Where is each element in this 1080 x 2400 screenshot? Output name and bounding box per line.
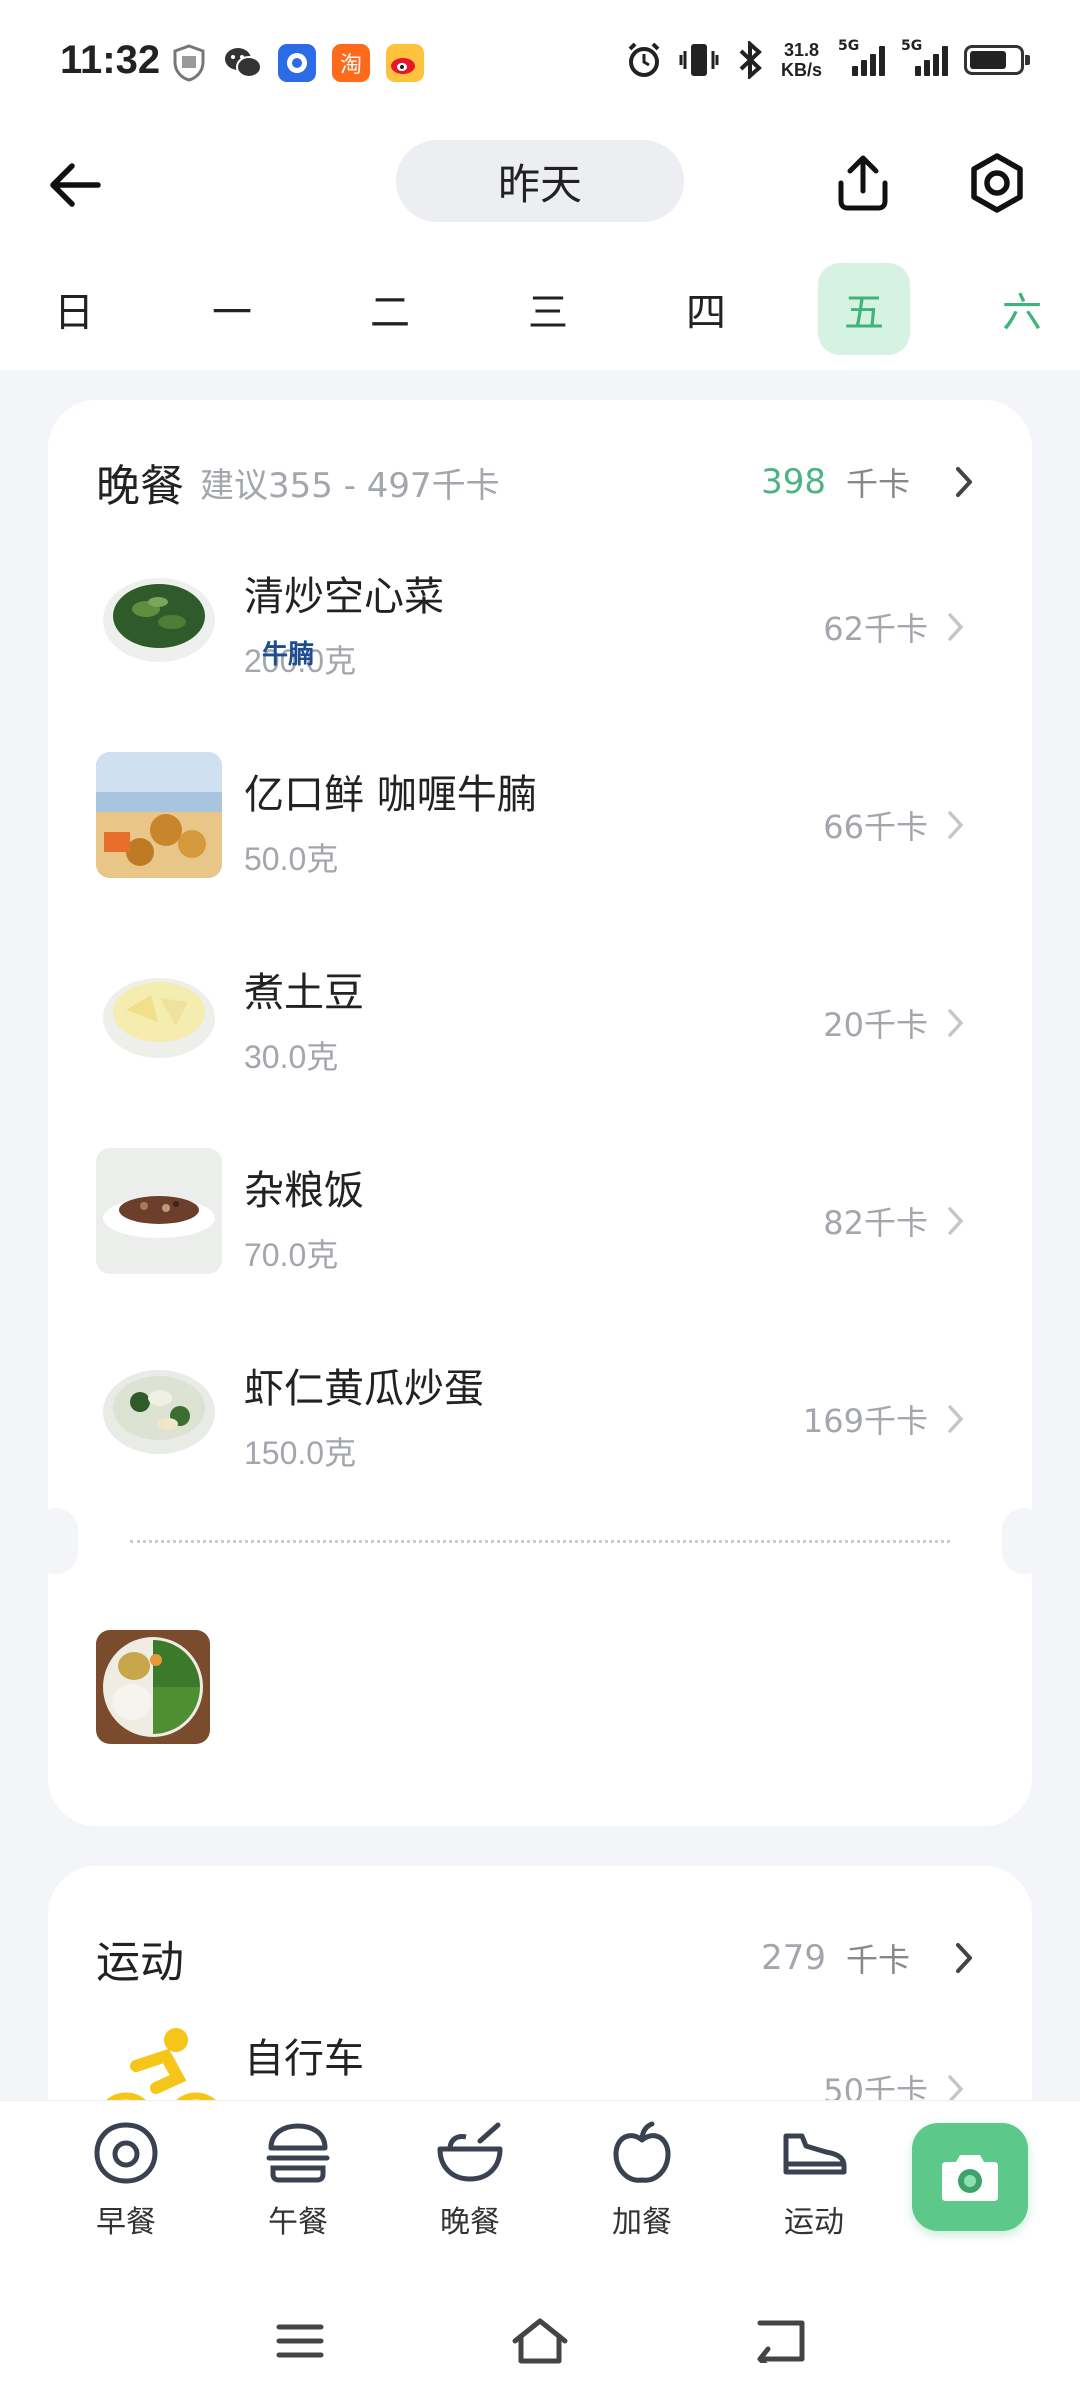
day-tuesday[interactable]: 二 [344, 263, 436, 355]
taobao-icon: 淘 [332, 44, 370, 82]
food-image: 牛腩 [96, 640, 314, 878]
signal-icon: 5G [901, 38, 948, 76]
food-kcal: 20千卡 [823, 1006, 928, 1044]
food-kcal: 62千卡 [823, 610, 928, 648]
back-nav-button[interactable] [752, 2311, 812, 2371]
breakfast-icon [90, 2117, 162, 2189]
nav-breakfast[interactable]: 早餐 [40, 2117, 212, 2241]
home-button[interactable] [510, 2311, 570, 2371]
menu-button[interactable] [270, 2311, 330, 2371]
food-image [96, 1148, 222, 1274]
food-weight: 150.0克 [244, 1435, 357, 1471]
meal-kcal-unit: 千卡 [845, 465, 910, 503]
meal-total-kcal: 398 [761, 462, 826, 502]
dinner-card: 晚餐 建议355 - 497千卡 398 千卡 清炒空心菜 200.0克 62千… [34, 400, 1046, 1826]
bottom-nav: 早餐 午餐 晚餐 加餐 运动 [0, 2100, 1080, 2400]
day-saturday[interactable]: 六 [976, 263, 1068, 355]
system-nav-bar [0, 2301, 1080, 2381]
chevron-right-icon [948, 613, 964, 641]
vibrate-icon [679, 44, 719, 76]
chevron-right-icon [948, 1207, 964, 1235]
meal-photo[interactable] [96, 1630, 210, 1744]
food-weight: 50.0克 [244, 841, 339, 877]
back-button[interactable] [40, 150, 110, 220]
status-time: 11:32 [60, 38, 161, 82]
dotted-divider [34, 1500, 1046, 1574]
settings-button[interactable] [960, 146, 1034, 220]
day-sunday[interactable]: 日 [28, 263, 120, 355]
status-bar: 11:32 淘 31.8 KB/s 5G 5G [0, 0, 1080, 130]
food-name: 煮土豆 [244, 970, 364, 1016]
signal-icon: 5G [838, 38, 885, 76]
camera-icon [942, 2155, 998, 2201]
shoe-icon [778, 2117, 850, 2189]
day-friday[interactable]: 五 [818, 263, 910, 355]
food-name: 杂粮饭 [244, 1168, 364, 1214]
burger-icon [262, 2117, 334, 2189]
food-item[interactable]: 杂粮饭 70.0克 82千卡 [96, 1148, 996, 1346]
bowl-icon [434, 2117, 506, 2189]
exercise-total-kcal: 279 [761, 1938, 826, 1978]
food-weight: 30.0克 [244, 1039, 339, 1075]
shield-icon [170, 44, 208, 82]
food-item[interactable]: 煮土豆 30.0克 20千卡 [96, 950, 996, 1148]
app-icon [278, 44, 316, 82]
food-name: 虾仁黄瓜炒蛋 [244, 1366, 484, 1412]
system-status: 31.8 KB/s 5G 5G [625, 38, 1030, 80]
share-button[interactable] [826, 146, 900, 220]
food-name: 清炒空心菜 [244, 574, 444, 620]
food-kcal: 82千卡 [823, 1204, 928, 1242]
food-name: 亿口鲜 咖喱牛腩 [244, 772, 537, 818]
chevron-right-icon [944, 462, 984, 502]
home-icon [512, 2318, 568, 2364]
day-wednesday[interactable]: 三 [502, 263, 594, 355]
network-speed: 31.8 KB/s [780, 40, 822, 80]
nav-dinner[interactable]: 晚餐 [384, 2117, 556, 2241]
day-monday[interactable]: 一 [186, 263, 278, 355]
day-thursday[interactable]: 四 [660, 263, 752, 355]
chevron-right-icon [948, 1009, 964, 1037]
gear-icon [971, 153, 1023, 213]
arrow-left-icon [50, 163, 101, 207]
camera-button[interactable] [912, 2123, 1028, 2231]
meal-title: 晚餐 [96, 461, 184, 512]
wechat-icon [224, 44, 262, 82]
top-header: 昨天 日 一 二 三 四 五 六 [0, 130, 1080, 370]
chevron-right-icon [948, 811, 964, 839]
food-image [96, 1346, 222, 1472]
chevron-right-icon [944, 1938, 984, 1978]
food-weight: 70.0克 [244, 1237, 339, 1273]
exercise-header[interactable]: 运动 279 千卡 [96, 1928, 984, 1988]
date-selector[interactable]: 昨天 [396, 140, 684, 222]
food-kcal: 169千卡 [802, 1402, 928, 1440]
apple-icon [606, 2117, 678, 2189]
bluetooth-icon [739, 41, 762, 79]
exercise-kcal-unit: 千卡 [845, 1941, 910, 1979]
food-kcal: 66千卡 [823, 808, 928, 846]
food-image [96, 554, 222, 680]
food-image [96, 950, 222, 1076]
exercise-title: 运动 [96, 1937, 184, 1988]
meal-suggestion: 建议355 - 497千卡 [200, 465, 500, 506]
dinner-header[interactable]: 晚餐 建议355 - 497千卡 398 千卡 [96, 452, 984, 512]
food-list: 清炒空心菜 200.0克 62千卡 牛腩 亿口鲜 咖喱牛腩 50.0克 66千卡 [96, 554, 996, 1544]
nav-lunch[interactable]: 午餐 [212, 2117, 384, 2241]
notification-icons: 淘 [170, 44, 424, 82]
nav-snack[interactable]: 加餐 [556, 2117, 728, 2241]
back-nav-icon [757, 2320, 805, 2363]
nav-exercise[interactable]: 运动 [728, 2117, 900, 2241]
week-selector: 日 一 二 三 四 五 六 [28, 263, 1068, 355]
food-item[interactable]: 牛腩 亿口鲜 咖喱牛腩 50.0克 66千卡 [96, 640, 996, 950]
chevron-right-icon [948, 1405, 964, 1433]
battery-icon [964, 45, 1030, 75]
alarm-icon [628, 42, 660, 77]
share-icon [838, 155, 888, 211]
menu-icon [276, 2324, 324, 2358]
food-item[interactable]: 清炒空心菜 200.0克 62千卡 [96, 554, 996, 752]
weibo-icon [386, 44, 424, 82]
